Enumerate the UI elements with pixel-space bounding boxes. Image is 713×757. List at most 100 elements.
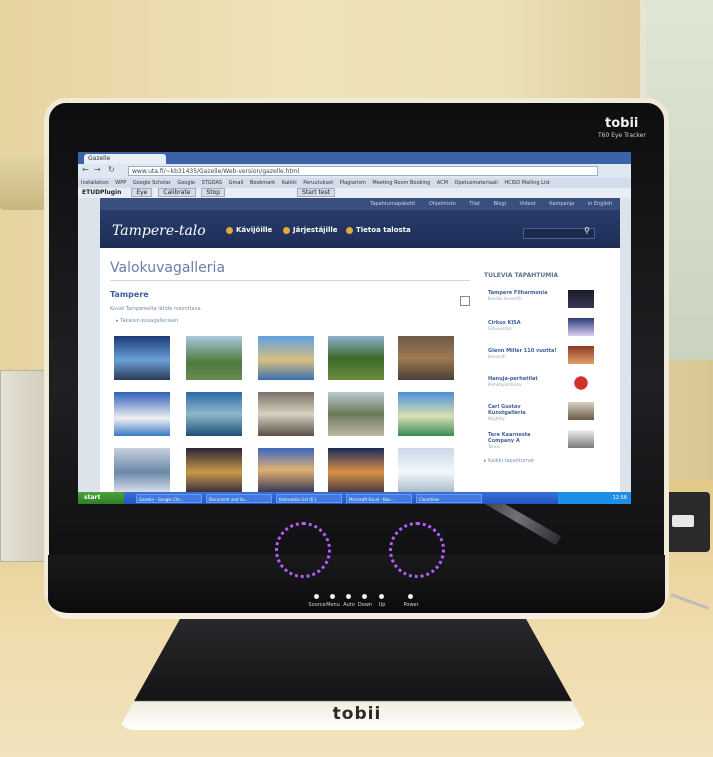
nav-about-label: Tietoa talosta xyxy=(356,226,411,234)
taskbar-item[interactable]: ClearView xyxy=(416,494,482,503)
nav-about[interactable]: Tietoa talosta xyxy=(346,226,411,234)
top-link[interactable]: Ohjelmisto xyxy=(429,201,456,207)
auto-button[interactable] xyxy=(346,594,351,599)
taskbar-item[interactable]: Document and Se... xyxy=(206,494,272,503)
plugin-stop-button[interactable]: Stop xyxy=(201,188,226,197)
back-icon[interactable]: ← xyxy=(82,165,89,174)
event-item[interactable]: Cirkus KISA Sirkusesitys xyxy=(488,320,558,331)
event-subtitle: Kevään konsertti xyxy=(488,296,522,301)
bookmark-item[interactable]: HCISD Mailing List xyxy=(504,180,550,186)
event-item[interactable]: Tere Kaarnesta Company A Tanssi xyxy=(488,432,558,449)
site-top-links: Tapahtumapaketit Ohjelmisto Tilat Blogi … xyxy=(100,198,620,210)
eye-tracker-led-ring-right xyxy=(389,522,445,578)
bookmark-item[interactable]: Installation xyxy=(81,180,109,186)
photo-thumbnail[interactable] xyxy=(398,448,454,492)
bookmark-item[interactable]: Opetusmateriaali xyxy=(454,180,497,186)
nav-visitors[interactable]: Kävijöille xyxy=(226,226,272,234)
system-tray-clock[interactable]: 12:58 xyxy=(558,492,631,504)
monitor-bezel-bottom xyxy=(48,555,665,619)
page-title: Valokuvagalleria xyxy=(110,260,226,276)
event-thumbnail[interactable] xyxy=(568,318,594,336)
back-link-label: Takaisin kuvagalleriaan xyxy=(120,318,179,324)
event-item[interactable]: Hanuja-perhetilat Perhetapahtuma xyxy=(488,376,558,387)
bookmark-item[interactable]: ACM xyxy=(437,180,448,186)
photo-thumbnail[interactable] xyxy=(258,392,314,436)
bookmark-item[interactable]: Gmail xyxy=(229,180,244,186)
top-link[interactable]: Tapahtumapaketit xyxy=(370,201,415,207)
plugin-toolbar: ETUDPlugin Eye Calibrate Stop Start test xyxy=(78,188,631,198)
bookmark-item[interactable]: STGDAS xyxy=(202,180,222,186)
event-item[interactable]: Tampere Filharmonia Kevään konsertti xyxy=(488,290,558,301)
source-button[interactable] xyxy=(314,594,319,599)
event-thumbnail[interactable] xyxy=(568,374,594,392)
photo-thumbnail[interactable] xyxy=(328,448,384,492)
photo-thumbnail[interactable] xyxy=(398,392,454,436)
bookmark-item[interactable]: Google xyxy=(177,180,195,186)
nav-organizers[interactable]: Järjestäjille xyxy=(283,226,338,234)
photo-thumbnail[interactable] xyxy=(258,336,314,380)
browser-tab[interactable]: Gazelle xyxy=(84,154,166,164)
photo-thumbnail[interactable] xyxy=(258,448,314,492)
event-thumbnail[interactable] xyxy=(568,402,594,420)
event-thumbnail[interactable] xyxy=(568,346,594,364)
event-thumbnail[interactable] xyxy=(568,290,594,308)
all-events-link[interactable]: ▸ Kaikki tapahtumat xyxy=(484,458,534,464)
reload-icon[interactable]: ↻ xyxy=(108,165,115,174)
taskbar-item[interactable]: Gazelle - Google Chr... xyxy=(136,494,202,503)
power-button[interactable] xyxy=(408,594,413,599)
top-link[interactable]: Videot xyxy=(520,201,536,207)
photo-thumbnail[interactable] xyxy=(186,336,242,380)
plugin-calibrate-button[interactable]: Calibrate xyxy=(158,188,196,197)
event-item[interactable]: Carl Gustav Kunstgalleria Näyttely xyxy=(488,404,558,421)
event-subtitle: Sirkusesitys xyxy=(488,326,512,331)
top-link[interactable]: Blogi xyxy=(494,201,506,207)
section-description: Kuvat Tampereelta lähde mainittava xyxy=(110,306,201,312)
photo-thumbnail[interactable] xyxy=(328,392,384,436)
nav-bullet-icon xyxy=(226,226,233,234)
menu-button[interactable] xyxy=(330,594,335,599)
event-title: Tere Kaarnesta Company A xyxy=(488,432,531,444)
bookmark-item[interactable]: Meeting Room Booking xyxy=(372,180,430,186)
bookmark-item[interactable]: Bookmark xyxy=(250,180,275,186)
top-link[interactable]: Tilat xyxy=(469,201,480,207)
event-subtitle: Näyttely xyxy=(488,416,505,421)
down-button[interactable] xyxy=(362,594,367,599)
bookmark-item[interactable]: Plagiarism xyxy=(340,180,366,186)
bookmark-item[interactable]: Google Scholar xyxy=(133,180,171,186)
photo-thumbnail[interactable] xyxy=(114,336,170,380)
site-logo[interactable]: Tampere-talo xyxy=(112,223,206,239)
photo-thumbnail[interactable] xyxy=(328,336,384,380)
photo-thumbnail[interactable] xyxy=(114,392,170,436)
taskbar-item[interactable]: Microsoft Excel - Boo... xyxy=(346,494,412,503)
bookmark-item[interactable]: Peruutukset xyxy=(303,180,333,186)
forward-icon[interactable]: → xyxy=(94,165,101,174)
url-input[interactable]: www.uta.fi/~kb31435/Gazelle/Web-version/… xyxy=(128,166,598,176)
photo-thumbnail[interactable] xyxy=(186,448,242,492)
top-link[interactable]: in English xyxy=(588,201,612,207)
photo-thumbnail[interactable] xyxy=(398,336,454,380)
monitor-screen: Gazelle ← → ↻ www.uta.fi/~kb31435/Gazell… xyxy=(78,152,631,504)
plugin-eye-button[interactable]: Eye xyxy=(131,188,153,197)
photo-thumbnail[interactable] xyxy=(114,448,170,492)
event-thumbnail[interactable] xyxy=(568,430,594,448)
bookmark-item[interactable]: WPP xyxy=(115,180,126,186)
bookmark-item[interactable]: Kaikki xyxy=(282,180,297,186)
base-logo: tobii xyxy=(332,704,382,724)
back-to-gallery-link[interactable]: ▸ Takaisin kuvagalleriaan xyxy=(116,318,178,324)
nav-bullet-icon xyxy=(346,226,353,234)
eye-tracker-led-ring-left xyxy=(275,522,331,578)
search-icon[interactable]: ⚲ xyxy=(584,226,590,235)
nav-visitors-label: Kävijöille xyxy=(236,226,273,234)
up-button[interactable] xyxy=(379,594,384,599)
event-item[interactable]: Glenn Miller 110 vuotta! Konsertti xyxy=(488,348,558,359)
power-label: Power xyxy=(403,602,419,608)
plugin-start-test-button[interactable]: Start test xyxy=(296,188,336,197)
taskbar-item[interactable]: Kalevatalo Gal (E:) xyxy=(276,494,342,503)
top-link[interactable]: Kampanja xyxy=(549,201,574,207)
start-button[interactable]: start xyxy=(78,492,124,504)
plugin-label: ETUDPlugin xyxy=(82,189,122,196)
monitor-model: T60 Eye Tracker xyxy=(598,132,646,139)
event-subtitle: Perhetapahtuma xyxy=(488,382,522,387)
event-subtitle: Tanssi xyxy=(488,444,501,449)
photo-thumbnail[interactable] xyxy=(186,392,242,436)
